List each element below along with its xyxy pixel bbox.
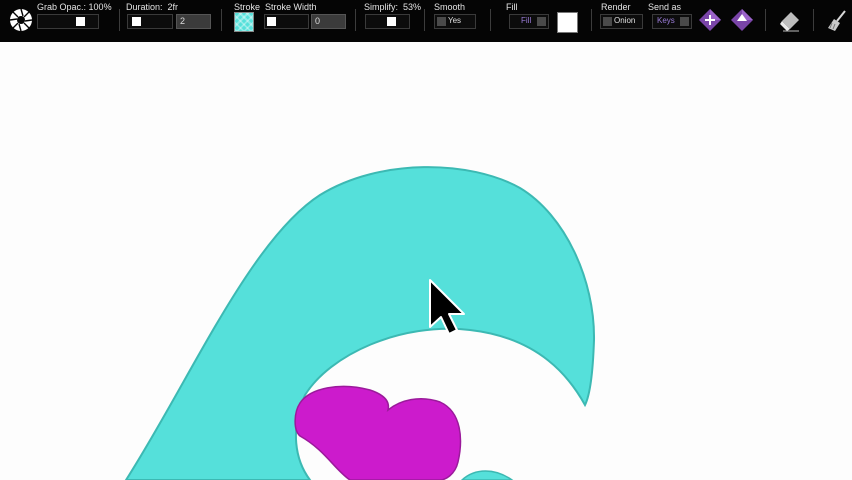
add-keyframe-diamond-icon[interactable] — [698, 8, 722, 32]
grab-opacity-label: Grab Opac.: 100% — [37, 2, 112, 12]
smooth-toggle[interactable]: Yes — [434, 14, 476, 29]
slider-knob[interactable] — [267, 17, 276, 26]
simplify-label: Simplify: 53% — [364, 2, 422, 12]
render-label: Render — [601, 2, 631, 12]
aperture-logo-icon[interactable] — [9, 8, 33, 32]
smooth-checkbox[interactable] — [437, 17, 446, 26]
divider — [765, 9, 766, 31]
divider — [490, 9, 491, 31]
eraser-icon[interactable] — [779, 10, 801, 32]
grab-opacity-value: 100% — [88, 2, 112, 12]
divider — [355, 9, 356, 31]
smooth-label: Smooth — [434, 2, 466, 12]
stroke-width-label: Stroke Width — [265, 2, 317, 12]
divider — [221, 9, 222, 31]
broom-clear-icon[interactable] — [825, 9, 849, 33]
slider-knob[interactable] — [387, 17, 396, 26]
send-as-checkbox[interactable] — [680, 17, 689, 26]
send-as-option: Keys — [657, 16, 675, 25]
toolbar: Grab Opac.: 100% Duration: 2fr 2 Stroke … — [0, 0, 852, 42]
divider — [424, 9, 425, 31]
divider — [813, 9, 814, 31]
slider-knob[interactable] — [132, 17, 141, 26]
fill-button[interactable]: Fill — [509, 14, 549, 29]
magenta-blob-shape[interactable] — [294, 385, 462, 480]
simplify-value: 53% — [403, 2, 422, 12]
grab-opacity-slider[interactable] — [37, 14, 99, 29]
duration-input[interactable]: 2 — [176, 14, 211, 29]
stroke-width-input[interactable]: 0 — [311, 14, 346, 29]
stroke-width-slider[interactable] — [264, 14, 309, 29]
fill-checkbox[interactable] — [537, 17, 546, 26]
divider — [119, 9, 120, 31]
fill-label: Fill — [506, 2, 518, 12]
onion-checkbox[interactable] — [603, 17, 612, 26]
smooth-option: Yes — [448, 16, 462, 25]
fill-color-swatch[interactable] — [557, 12, 578, 33]
teal-wave-shape — [460, 470, 514, 480]
stroke-label: Stroke — [234, 2, 261, 12]
duration-value: 2fr — [167, 2, 179, 12]
onion-toggle[interactable]: Onion — [600, 14, 643, 29]
divider — [591, 9, 592, 31]
simplify-slider[interactable] — [365, 14, 410, 29]
fill-button-label: Fill — [521, 16, 532, 25]
stroke-color-swatch[interactable] — [234, 12, 254, 32]
send-keyframe-diamond-icon[interactable] — [730, 8, 754, 32]
slider-knob[interactable] — [76, 17, 85, 26]
send-as-keys-button[interactable]: Keys — [652, 14, 692, 29]
duration-label: Duration: 2fr — [126, 2, 179, 12]
onion-option: Onion — [614, 16, 636, 25]
duration-slider[interactable] — [127, 14, 173, 29]
drawing-canvas[interactable] — [0, 42, 852, 480]
send-as-label: Send as — [648, 2, 682, 12]
